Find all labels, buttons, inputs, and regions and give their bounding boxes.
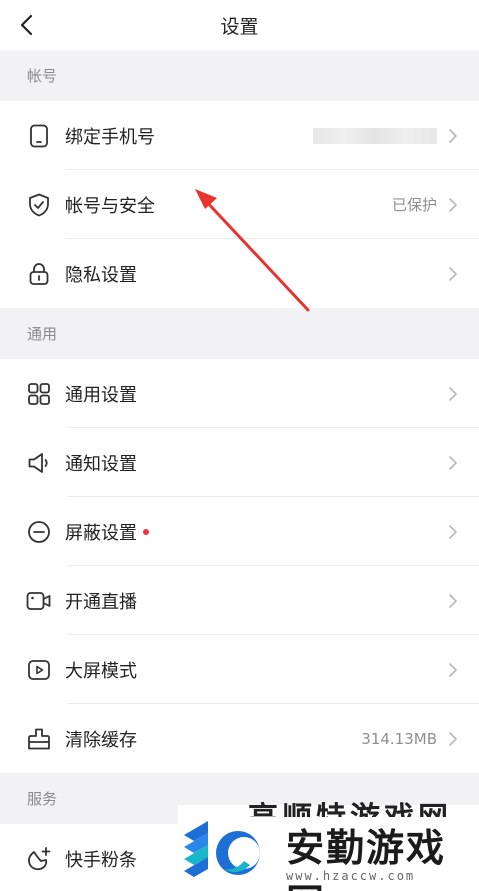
- chevron-right-icon: [449, 594, 457, 608]
- video-camera-icon: [26, 588, 52, 614]
- settings-row-account-security[interactable]: 帐号与安全 已保护: [0, 170, 479, 239]
- phone-icon: [26, 123, 52, 149]
- row-label: 大屏模式: [65, 660, 137, 682]
- watermark-logo: [184, 821, 260, 877]
- section-header-general: 通用: [0, 308, 479, 359]
- chevron-right-icon: [449, 129, 457, 143]
- clear-cache-icon: [26, 726, 52, 752]
- row-label: 屏蔽设置: [65, 522, 137, 544]
- back-button[interactable]: [8, 7, 44, 43]
- chevron-right-icon: [449, 198, 457, 212]
- row-label: 通知设置: [65, 453, 137, 475]
- shield-icon: [26, 192, 52, 218]
- chevron-right-icon: [449, 525, 457, 539]
- section-header-account: 帐号: [0, 50, 479, 101]
- row-label: 帐号与安全: [65, 195, 155, 217]
- row-label: 隐私设置: [65, 264, 137, 286]
- settings-row-privacy[interactable]: 隐私设置: [0, 239, 479, 308]
- row-value: 已保护: [391, 196, 437, 214]
- settings-row-general[interactable]: 通用设置: [0, 359, 479, 428]
- block-icon: [26, 519, 52, 545]
- settings-row-bind-phone[interactable]: 绑定手机号: [0, 101, 479, 170]
- settings-row-live[interactable]: 开通直播: [0, 566, 479, 635]
- row-label: 通用设置: [65, 384, 137, 406]
- page-title: 设置: [220, 15, 259, 38]
- masked-phone-number: [313, 128, 437, 144]
- watermark: 高顺特游戏网 安勤游戏网 www.hzaccw.com: [178, 801, 479, 891]
- settings-row-clear-cache[interactable]: 清除缓存 314.13MB: [0, 704, 479, 773]
- speaker-icon: [26, 450, 52, 476]
- settings-row-notifications[interactable]: 通知设置: [0, 428, 479, 497]
- settings-row-big-screen[interactable]: 大屏模式: [0, 635, 479, 704]
- chevron-right-icon: [449, 456, 457, 470]
- lock-icon: [26, 261, 52, 287]
- play-screen-icon: [26, 657, 52, 683]
- row-label: 开通直播: [65, 591, 137, 613]
- row-label: 清除缓存: [65, 729, 137, 751]
- chevron-right-icon: [449, 663, 457, 677]
- cache-size-value: 314.13MB: [361, 729, 437, 748]
- row-label: 快手粉条: [65, 849, 137, 871]
- top-bar: 设置: [0, 0, 479, 50]
- watermark-partial-text: 高顺特游戏网: [248, 793, 452, 817]
- chevron-right-icon: [449, 732, 457, 746]
- settings-row-block[interactable]: 屏蔽设置: [0, 497, 479, 566]
- fan-tiao-icon: [26, 846, 52, 872]
- notification-dot: [143, 528, 149, 535]
- watermark-url: www.hzaccw.com: [286, 869, 416, 883]
- chevron-right-icon: [449, 387, 457, 401]
- chevron-right-icon: [449, 267, 457, 281]
- chevron-left-icon: [20, 14, 33, 36]
- grid-icon: [26, 381, 52, 407]
- row-label: 绑定手机号: [65, 126, 155, 148]
